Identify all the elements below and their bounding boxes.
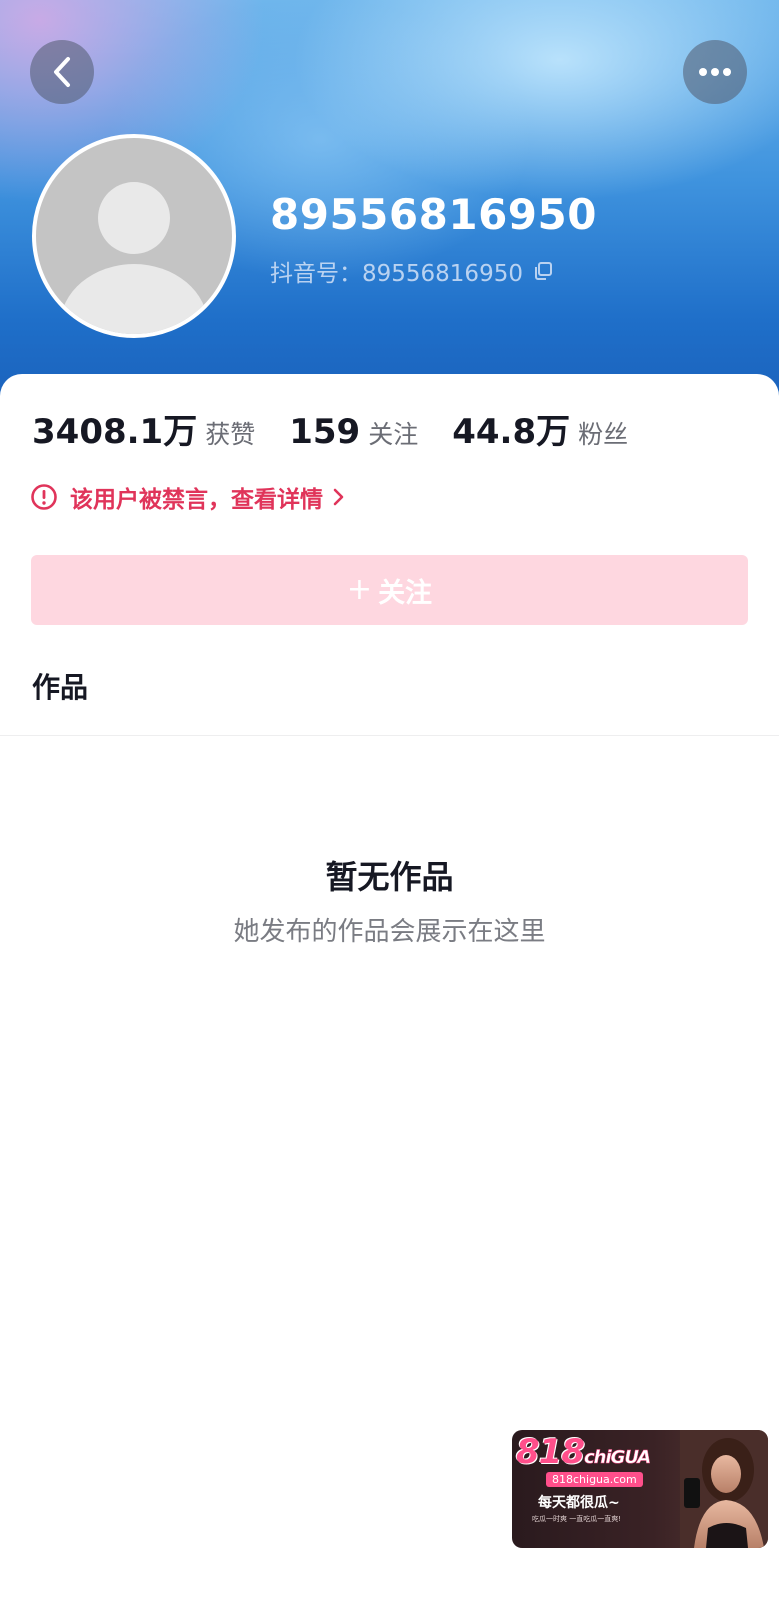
stat-likes-label: 获赞: [205, 420, 256, 449]
watermark-logo-main: 818: [516, 1432, 585, 1472]
follow-button[interactable]: + 关注: [31, 555, 748, 625]
stat-followers-value: 44.8万: [452, 412, 571, 452]
follow-button-label: 关注: [378, 577, 433, 609]
watermark-tagline: 吃瓜一时爽 一直吃瓜一直爽!: [532, 1515, 622, 1523]
empty-state-title: 暂无作品: [325, 858, 454, 896]
douyin-id[interactable]: 抖音号：89556816950: [270, 254, 553, 288]
more-button[interactable]: [683, 40, 747, 104]
watermark-logo: 818chiGUA: [516, 1432, 652, 1472]
profile-page: 89556816950 抖音号：89556816950 3408.1万 获赞 1…: [0, 0, 779, 1600]
douyin-id-text: 抖音号：89556816950: [270, 261, 523, 287]
profile-header: 89556816950 抖音号：89556816950: [0, 0, 779, 400]
stat-likes-value: 3408.1万: [32, 412, 198, 452]
stat-following-value: 159: [289, 412, 361, 452]
stat-followers-label: 粉丝: [578, 420, 629, 449]
copy-icon[interactable]: [533, 261, 553, 281]
warning-circle-icon: [30, 483, 58, 511]
tabs-divider: [0, 735, 779, 736]
ban-notice[interactable]: 该用户被禁言，查看详情: [30, 480, 345, 514]
username: 89556816950: [270, 190, 597, 239]
chevron-right-icon: [331, 487, 345, 507]
plus-icon: +: [346, 572, 373, 607]
watermark-ad[interactable]: 818chiGUA 818chigua.com 每天都很瓜~ 吃瓜一时爽 一直吃…: [512, 1430, 768, 1548]
avatar-placeholder-icon: [36, 138, 232, 334]
profile-card: 3408.1万 获赞 159 关注 44.8万 粉丝 该用户被禁言，查看详情 +…: [0, 374, 779, 1600]
avatar[interactable]: [32, 134, 236, 338]
empty-state-subtitle: 她发布的作品会展示在这里: [233, 917, 546, 947]
stat-following[interactable]: 159 关注: [289, 412, 418, 452]
back-button[interactable]: [30, 40, 94, 104]
stat-likes[interactable]: 3408.1万 获赞: [32, 404, 255, 453]
watermark-logo-small: chiGUA: [583, 1447, 652, 1469]
stats-row: 3408.1万 获赞 159 关注 44.8万 粉丝: [32, 404, 662, 453]
stat-following-label: 关注: [368, 420, 419, 449]
watermark-site: 818chigua.com: [546, 1472, 643, 1487]
tab-works[interactable]: 作品: [32, 666, 88, 706]
watermark-photo: [680, 1430, 768, 1548]
more-dots-icon: [698, 67, 732, 77]
ban-notice-text: 该用户被禁言，查看详情: [70, 487, 323, 513]
watermark-slogan: 每天都很瓜~: [538, 1495, 620, 1511]
stat-followers[interactable]: 44.8万 粉丝: [452, 404, 628, 453]
back-arrow-icon: [49, 55, 75, 89]
